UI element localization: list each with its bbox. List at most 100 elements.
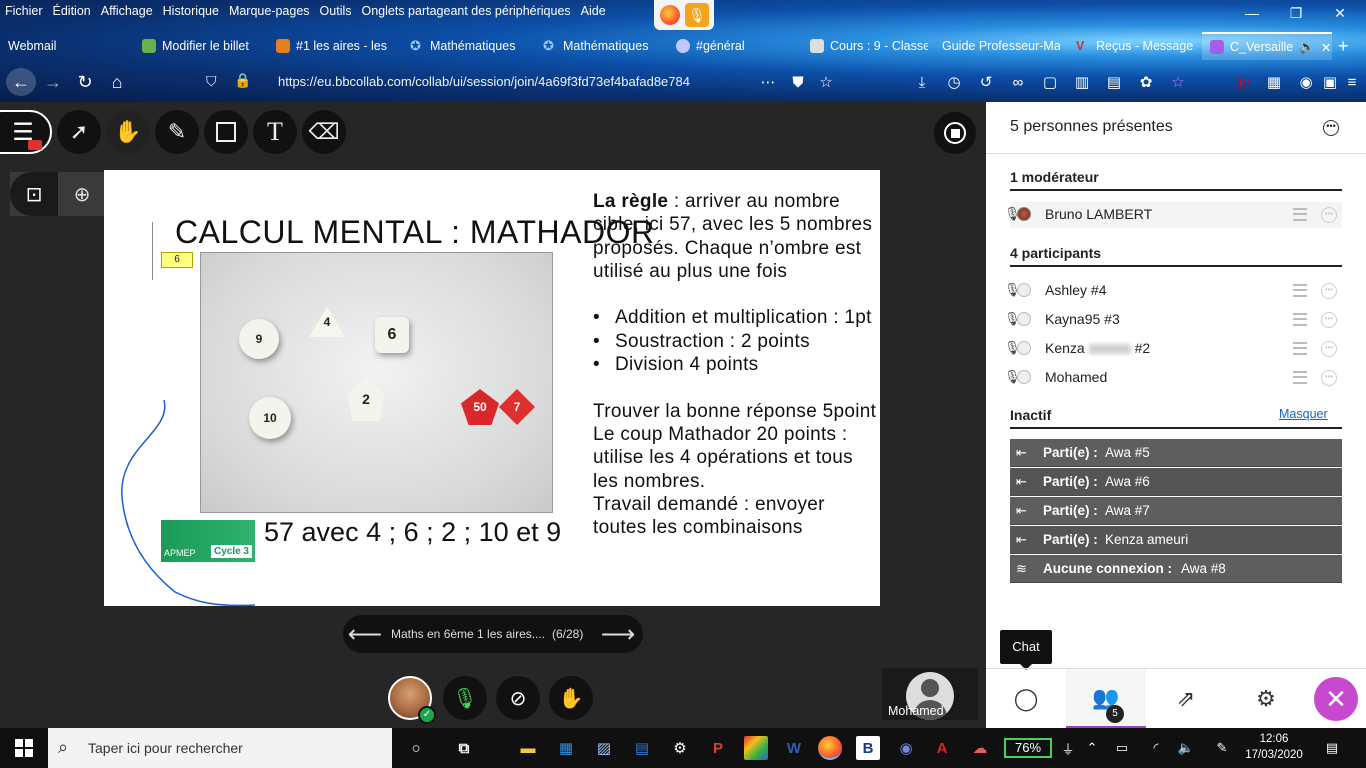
presentation-slide[interactable]: CALCUL MENTAL : MATHADOR 6 9 4 6 2 10 50… [104,170,880,606]
captions-icon[interactable] [1293,342,1307,355]
restore-button[interactable]: ❐ [1278,2,1314,24]
task-view-icon[interactable]: ⧉ [452,736,476,760]
discord-app-icon[interactable]: ◉ [894,736,918,760]
pocket-icon[interactable]: ⛊ [788,72,808,92]
paint-app-icon[interactable] [744,736,768,760]
forward-icon[interactable]: → [38,68,68,96]
image-app-icon[interactable]: ▨ [592,736,616,760]
attendee-row-mohamed[interactable]: 🎙 Mohamed ••• [1004,365,1342,391]
page-actions-icon[interactable]: ⋯ [758,72,778,92]
navigator-icon[interactable]: ⊡ [10,172,58,216]
start-button[interactable] [0,728,48,768]
menu-outils[interactable]: Outils [315,4,357,18]
menu-aide[interactable]: Aide [576,4,611,18]
tab-webmail[interactable]: Webmail [8,32,128,60]
shield-icon[interactable]: ⛉ [206,73,217,90]
previous-slide-icon[interactable]: ⟵ [343,620,387,649]
tab-close-icon[interactable]: ✕ [1321,40,1331,55]
captions-icon[interactable] [1293,208,1307,221]
system-clock[interactable]: 12:06 17/03/2020 [1244,731,1304,763]
captions-icon[interactable] [1293,284,1307,297]
home-icon[interactable]: ⌂ [102,68,132,96]
cortana-icon[interactable]: ○ [404,736,428,760]
settings-icon[interactable]: ⚙ [668,736,692,760]
camera-button[interactable]: ⊘ [496,676,540,720]
captions-icon[interactable] [1293,371,1307,384]
captions-icon[interactable] [1293,313,1307,326]
taskbar-search[interactable]: ⌕ Taper ici pour rechercher [48,728,392,768]
file-explorer-icon[interactable]: ▬ [516,736,540,760]
new-tab-button[interactable]: + [1338,32,1362,60]
attendee-options-icon[interactable]: ••• [1321,207,1337,223]
powerpoint-icon[interactable]: P [706,736,730,760]
participant-video-tile[interactable]: Mohamed [882,668,978,720]
tab-attendees[interactable]: 👥 5 [1066,669,1146,729]
menu-fichier[interactable]: Fichier [0,4,48,18]
my-avatar[interactable]: ✓ [388,676,436,724]
tab-mathematiques-1[interactable]: ✪ Mathématiques [410,32,528,60]
hide-inactive-link[interactable]: Masquer [1279,407,1328,421]
b-app-icon[interactable]: B [856,736,880,760]
raise-hand-button[interactable]: ✋ [549,676,593,720]
bookmark-star-icon[interactable]: ☆ [816,72,836,92]
close-window-button[interactable]: ✕ [1322,2,1358,24]
history-icon[interactable]: ↺ [976,72,996,92]
account-icon[interactable]: ◉ [1296,72,1316,92]
speaker-icon[interactable]: 🔈 [1299,40,1315,55]
next-slide-icon[interactable]: ⟶ [596,620,640,649]
attendee-options-icon[interactable]: ••• [1321,370,1337,386]
battery-indicator[interactable]: 76% [1004,738,1052,758]
tab-share-content[interactable]: ⇗ [1146,669,1226,729]
pinterest-icon[interactable]: ⓟ [1232,72,1252,92]
back-icon[interactable]: ← [6,68,36,96]
firefox-taskbar-icon[interactable] [818,736,842,760]
library-icon[interactable]: ▥ [1072,72,1092,92]
tab-guide-professeur[interactable]: Guide Professeur-Ma [942,32,1060,60]
menu-affichage[interactable]: Affichage [96,4,158,18]
reload-icon[interactable]: ↻ [70,68,100,96]
pen-icon[interactable]: ✎ [1212,738,1232,758]
wifi-icon[interactable]: ◜ [1146,738,1166,758]
sharing-indicator[interactable]: 🎙 [654,0,714,30]
select-tool[interactable]: ➚ [57,110,101,154]
tab-cours-9[interactable]: Cours : 9 - Classe [810,32,928,60]
zoom-in-icon[interactable]: ⊕ [58,172,106,216]
pan-tool[interactable]: ✋ [106,110,150,154]
acrobat-icon[interactable]: A [930,736,954,760]
network-app-icon[interactable]: ☁ [968,736,992,760]
attendee-options-icon[interactable]: ••• [1321,341,1337,357]
attendee-row-kenza[interactable]: 🎙 Kenza #2 ••• [1004,336,1342,362]
document-app-icon[interactable]: ▤ [630,736,654,760]
minimize-button[interactable]: — [1234,2,1270,24]
shape-tool[interactable] [204,110,248,154]
folder-icon[interactable]: ▢ [1040,72,1060,92]
extension-icon[interactable]: ✿ [1136,72,1156,92]
sidebar-icon[interactable]: ▤ [1104,72,1124,92]
menu-marque-pages[interactable]: Marque-pages [224,4,315,18]
tab-general[interactable]: #général [676,32,794,60]
open-menu-button[interactable]: ☰ [0,110,52,154]
extension-star-icon[interactable]: ☆ [1168,72,1188,92]
die-d4-icon[interactable]: 4 [309,307,345,337]
mask-icon[interactable]: ∞ [1008,72,1028,92]
attendee-options-icon[interactable]: ••• [1321,283,1337,299]
tab-modifier-billet[interactable]: Modifier le billet [142,32,260,60]
battery-icon[interactable]: ▭ [1112,738,1132,758]
extension-puzzle-icon[interactable]: ▣ [1320,72,1340,92]
lock-icon[interactable]: 🔒 [234,72,251,89]
menu-edition[interactable]: Édition [48,4,96,18]
clock-icon[interactable]: ◷ [944,72,964,92]
word-icon[interactable]: W [782,736,806,760]
eraser-tool[interactable]: ⌫ [302,110,346,154]
tab-settings[interactable]: ⚙ [1226,669,1306,729]
calculator-app-icon[interactable]: ▦ [554,736,578,760]
tab-c-versaille[interactable]: C_Versaille 🔈 ✕ [1202,32,1332,60]
menu-historique[interactable]: Historique [158,4,224,18]
plug-icon[interactable]: ⏚ [1058,738,1078,758]
download-icon[interactable]: ⤓ [912,72,932,92]
tab-mathematiques-2[interactable]: ✪ Mathématiques [543,32,661,60]
microphone-button[interactable]: 🎙 [443,676,487,720]
text-tool[interactable]: T [253,110,297,154]
url-bar[interactable]: ⛉ 🔒 https://eu.bbcollab.com/collab/ui/se… [196,69,846,95]
tab-chat[interactable]: ◯ [986,669,1066,729]
